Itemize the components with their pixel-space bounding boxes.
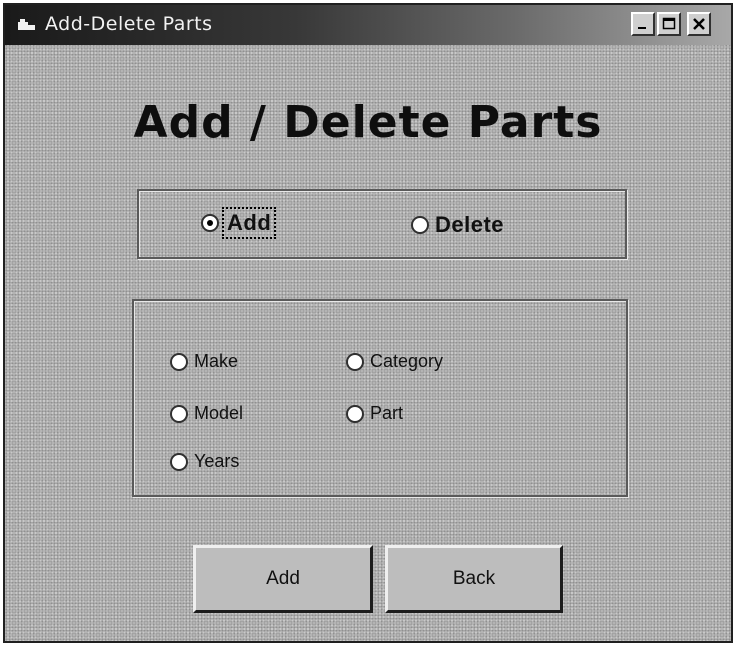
years-label: Years <box>194 451 240 471</box>
add-button[interactable]: Add <box>193 545 373 613</box>
maximize-button[interactable] <box>657 12 681 36</box>
radio-unchecked-icon <box>411 216 429 234</box>
minimize-icon <box>638 27 646 29</box>
model-label: Model <box>194 403 244 423</box>
years-radio[interactable]: Years <box>170 451 239 472</box>
radio-unchecked-icon <box>170 404 188 423</box>
radio-unchecked-icon <box>346 404 364 423</box>
mode-frame: Add Delete <box>137 189 627 259</box>
maximize-icon <box>662 17 676 30</box>
title-bar[interactable]: Add-Delete Parts <box>5 5 731 45</box>
page-heading: Add / Delete Parts <box>133 97 603 148</box>
minimize-button[interactable] <box>631 12 655 36</box>
delete-mode-label: Delete <box>435 212 505 237</box>
part-label: Part <box>370 403 404 423</box>
back-button[interactable]: Back <box>385 545 563 613</box>
add-delete-parts-window: Add-Delete Parts Add / Delete Parts Add <box>3 3 733 643</box>
radio-checked-icon <box>201 214 219 232</box>
add-mode-radio[interactable]: Add <box>201 207 277 239</box>
radio-unchecked-icon <box>346 352 364 371</box>
make-label: Make <box>194 351 239 371</box>
close-icon <box>693 18 705 30</box>
radio-unchecked-icon <box>170 352 188 371</box>
radio-unchecked-icon <box>170 452 188 471</box>
model-radio[interactable]: Model <box>170 403 243 424</box>
type-frame: Make Category Model Part Years <box>132 299 628 497</box>
delete-mode-radio[interactable]: Delete <box>411 212 504 238</box>
close-button[interactable] <box>687 12 711 36</box>
add-mode-label: Add <box>221 207 277 239</box>
make-radio[interactable]: Make <box>170 351 238 372</box>
category-label: Category <box>370 351 444 371</box>
part-radio[interactable]: Part <box>346 403 403 424</box>
app-icon <box>18 19 35 30</box>
window-title: Add-Delete Parts <box>45 13 213 35</box>
category-radio[interactable]: Category <box>346 351 443 372</box>
